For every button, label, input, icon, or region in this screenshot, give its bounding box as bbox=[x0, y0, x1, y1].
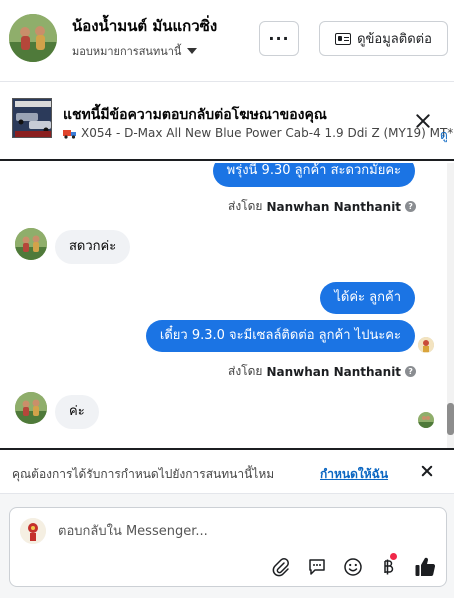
close-icon bbox=[420, 464, 434, 478]
view-contact-info-label: ดูข้อมูลติดต่อ bbox=[357, 32, 432, 47]
emoji-icon bbox=[344, 558, 362, 576]
like-icon bbox=[415, 557, 436, 577]
sender-name: Nanwhan Nanthanit bbox=[266, 199, 402, 214]
notification-dot bbox=[390, 553, 397, 560]
ad-thumbnail[interactable] bbox=[12, 98, 52, 138]
sent-by-label: ส่งโดย Nanwhan Nanthanit ? bbox=[228, 197, 417, 216]
contact-message-avatar bbox=[15, 392, 47, 424]
sent-by-label: ส่งโดย Nanwhan Nanthanit ? bbox=[228, 362, 417, 381]
message-thread: พรุ่งนี้ 9.30 ลูกค้า สะดวกมั้ยคะ ส่งโดย … bbox=[0, 163, 454, 450]
message-bubble-outgoing[interactable]: เดี๋ยว 9.3.0 จะมีเซลล์ติดต่อ ลูกค้า ไปนะ… bbox=[145, 320, 415, 352]
send-like-button[interactable] bbox=[414, 556, 436, 578]
message-composer bbox=[9, 507, 447, 587]
more-options-button[interactable]: ··· bbox=[259, 21, 299, 56]
message-bubble-incoming[interactable]: สดวกค่ะ bbox=[55, 230, 131, 264]
sent-by-prefix: ส่งโดย bbox=[228, 199, 263, 213]
message-bubble-outgoing[interactable]: พรุ่งนี้ 9.30 ลูกค้า สะดวกมั้ยคะ bbox=[212, 163, 415, 187]
emoji-button[interactable] bbox=[342, 556, 364, 578]
ad-reply-banner: แชทนี้มีข้อความตอบกลับต่อโฆษณาของคุณ X05… bbox=[0, 83, 454, 161]
truck-icon bbox=[63, 129, 76, 139]
assign-prompt: คุณต้องการได้รับการกำหนดไปยังการสนทนานี้… bbox=[0, 452, 454, 494]
message-bubble-incoming[interactable]: ค่ะ bbox=[55, 395, 99, 429]
close-icon bbox=[414, 112, 432, 130]
close-banner-button[interactable] bbox=[414, 112, 432, 130]
contact-message-avatar bbox=[15, 228, 47, 260]
payment-button[interactable] bbox=[377, 553, 399, 578]
scrollbar-thumb[interactable] bbox=[447, 403, 454, 435]
saved-replies-button[interactable] bbox=[306, 556, 328, 578]
assign-prompt-text: คุณต้องการได้รับการกำหนดไปยังการสนทนานี้… bbox=[12, 467, 275, 481]
message-bubble-outgoing[interactable]: ได้ค่ะ ลูกค้า bbox=[320, 282, 415, 314]
contact-card-icon bbox=[335, 32, 352, 45]
assign-label: มอบหมายการสนทนานี้ bbox=[72, 45, 182, 58]
attach-file-button[interactable] bbox=[270, 556, 292, 578]
sent-by-prefix: ส่งโดย bbox=[228, 364, 263, 378]
baht-icon bbox=[384, 559, 394, 575]
more-icon: ··· bbox=[268, 29, 290, 48]
assign-conversation-dropdown[interactable]: มอบหมายการสนทนานี้ bbox=[72, 42, 198, 60]
ad-banner-subtitle: X054 - D-Max All New Blue Power Cab-4 1.… bbox=[63, 126, 454, 140]
help-icon[interactable]: ? bbox=[405, 201, 417, 212]
page-avatar bbox=[20, 518, 46, 544]
conversation-header: น้องน้ำมนต์ มันแกวซิ่ง มอบหมายการสนทนานี… bbox=[0, 0, 454, 82]
help-icon[interactable]: ? bbox=[405, 366, 417, 377]
seen-receipt-avatar bbox=[418, 412, 434, 428]
ad-banner-title: แชทนี้มีข้อความตอบกลับต่อโฆษณาของคุณ bbox=[63, 107, 327, 123]
message-input[interactable] bbox=[58, 520, 428, 542]
view-ad-link[interactable]: ดู bbox=[440, 126, 448, 145]
paperclip-icon bbox=[272, 558, 289, 577]
composer-area bbox=[0, 494, 454, 598]
caret-down-icon bbox=[187, 48, 198, 54]
saved-reply-icon bbox=[309, 559, 325, 575]
contact-avatar[interactable] bbox=[9, 14, 57, 62]
ad-name: X054 - D-Max All New Blue Power Cab-4 1.… bbox=[81, 126, 454, 140]
dismiss-assign-prompt-button[interactable] bbox=[420, 464, 434, 478]
contact-name[interactable]: น้องน้ำมนต์ มันแกวซิ่ง bbox=[72, 14, 217, 38]
view-contact-info-button[interactable]: ดูข้อมูลติดต่อ bbox=[319, 21, 448, 56]
sender-name: Nanwhan Nanthanit bbox=[266, 364, 402, 379]
assign-to-me-link[interactable]: กำหนดให้ฉัน bbox=[320, 465, 388, 484]
sender-avatar bbox=[418, 337, 434, 353]
